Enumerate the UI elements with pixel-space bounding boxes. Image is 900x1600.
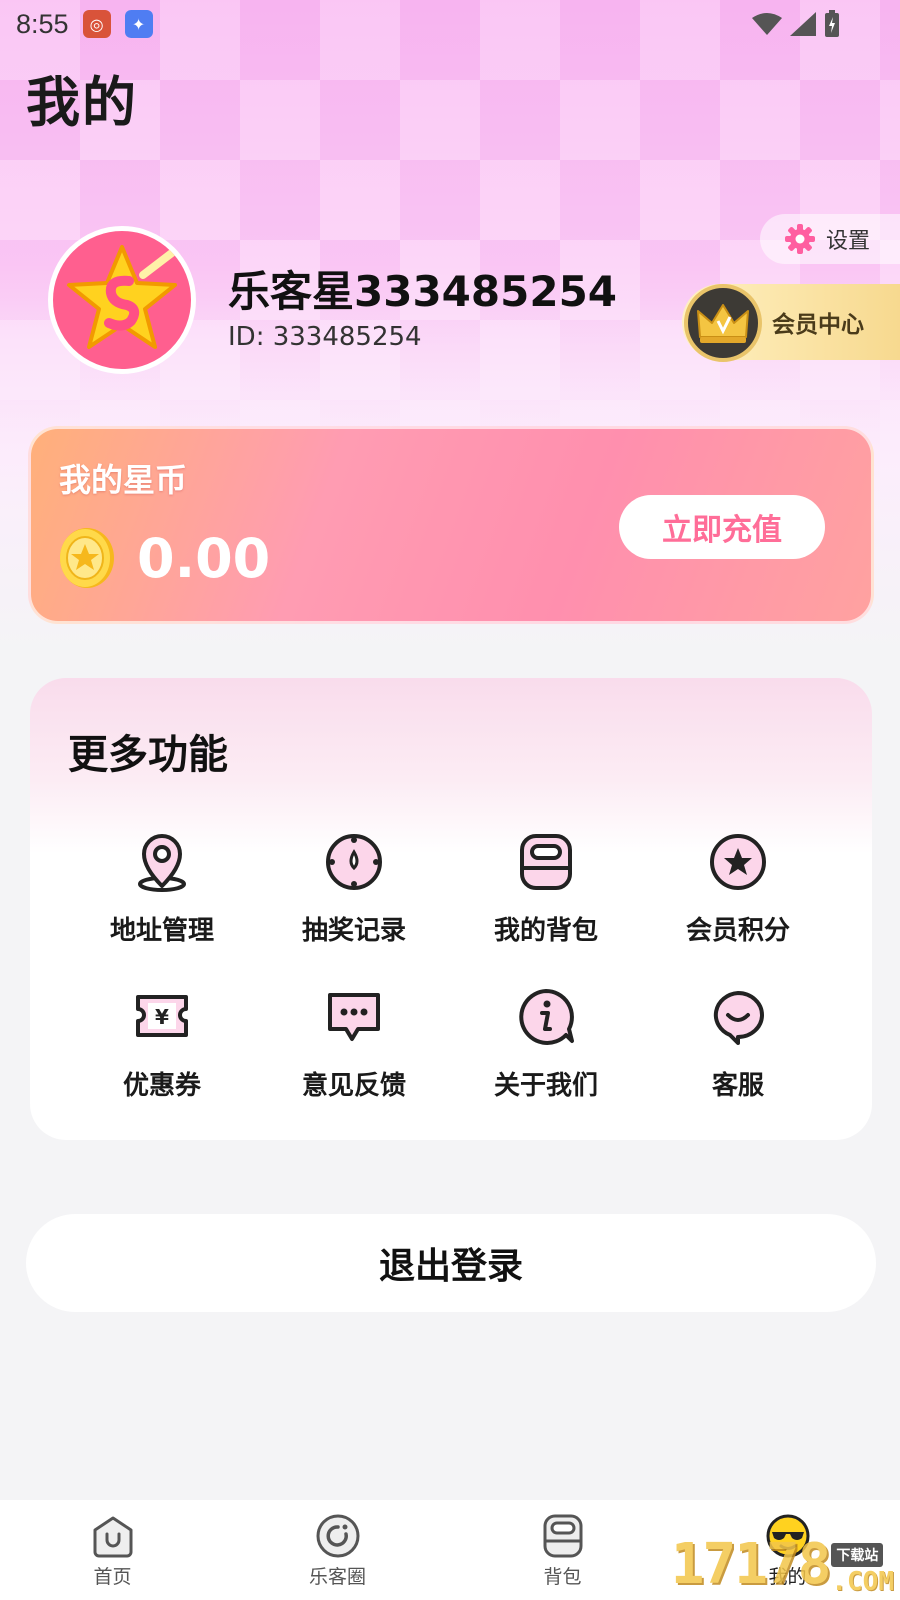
watermark-number: 17178: [670, 1532, 832, 1597]
bag-icon: [543, 1514, 582, 1557]
backpack-icon: [520, 834, 572, 890]
feature-about-us[interactable]: 关于我们: [450, 987, 642, 1102]
feature-member-points[interactable]: 会员积分: [642, 832, 834, 947]
feature-label: 客服: [711, 1071, 764, 1101]
user-id: ID: 333485254: [228, 322, 422, 352]
feature-my-backpack[interactable]: 我的背包: [450, 832, 642, 947]
home-icon: [93, 1516, 132, 1557]
star-badge-icon: [710, 834, 766, 890]
avatar[interactable]: [48, 226, 196, 374]
feature-label: 我的背包: [493, 916, 598, 946]
status-bar: 8:55 ◎ ✦: [0, 0, 900, 48]
recharge-button[interactable]: 立即充值: [619, 495, 825, 559]
feature-customer-service[interactable]: 客服: [642, 987, 834, 1102]
tab-backpack[interactable]: 背包: [450, 1500, 675, 1600]
vip-center-button[interactable]: 会员中心: [682, 284, 900, 362]
coins-title: 我的星币: [59, 461, 188, 499]
crown-icon: [684, 284, 762, 362]
feature-label: 抽奖记录: [301, 916, 406, 946]
username: 乐客星333485254: [228, 267, 618, 316]
circle-icon: [316, 1514, 359, 1557]
location-pin-icon: [138, 834, 186, 892]
settings-label: 设置: [826, 229, 871, 254]
feedback-icon: [328, 993, 380, 1041]
battery-icon: [825, 10, 839, 37]
feature-label: 优惠券: [122, 1071, 201, 1101]
feature-label: 会员积分: [685, 916, 790, 946]
tab-leke-circle[interactable]: 乐客圈: [225, 1500, 450, 1600]
feature-coupons[interactable]: ¥ 优惠券: [66, 987, 258, 1102]
settings-button[interactable]: 设置: [760, 214, 900, 264]
status-time: 8:55: [16, 8, 69, 39]
tab-label: 背包: [543, 1565, 582, 1588]
watermark-tag: 下载站: [831, 1543, 884, 1567]
page-title: 我的: [26, 71, 138, 134]
coupon-icon: ¥: [136, 995, 188, 1037]
lottery-icon: [326, 834, 382, 890]
wifi-icon: [752, 13, 782, 35]
svg-text:¥: ¥: [155, 1005, 169, 1029]
coins-balance: 0.00: [137, 527, 271, 590]
feature-feedback[interactable]: 意见反馈: [258, 987, 450, 1102]
feature-label: 意见反馈: [301, 1071, 406, 1101]
site-watermark: 17178 下载站 .COM: [671, 1532, 894, 1597]
gear-icon: [785, 224, 815, 254]
watermark-suffix: .COM: [831, 1567, 894, 1597]
feature-label: 关于我们: [493, 1071, 598, 1101]
feature-grid: 地址管理 抽奖记录 我的背包 会员积分 ¥ 优惠券 意见反馈 关于我们 客服: [66, 832, 834, 1102]
tab-label: 乐客圈: [308, 1565, 366, 1588]
star-coins-card: 我的星币 0.00 立即充值: [28, 426, 874, 624]
vip-center-label: 会员中心: [772, 312, 864, 338]
more-features-card: 更多功能 地址管理 抽奖记录 我的背包 会员积分 ¥ 优惠券 意见反馈 关于我们…: [30, 678, 872, 1140]
feature-address-management[interactable]: 地址管理: [66, 832, 258, 947]
app-notification-icon: ✦: [124, 10, 153, 38]
tab-home[interactable]: 首页: [0, 1500, 225, 1600]
features-title: 更多功能: [68, 732, 228, 778]
coin-icon: [60, 528, 114, 588]
customer-service-icon: [713, 991, 764, 1045]
feature-lottery-records[interactable]: 抽奖记录: [258, 832, 450, 947]
info-icon: [519, 989, 574, 1045]
star-logo-icon: [67, 245, 181, 349]
feature-label: 地址管理: [109, 916, 214, 946]
logout-button[interactable]: 退出登录: [26, 1214, 876, 1312]
signal-icon: [790, 12, 816, 36]
tab-label: 首页: [93, 1565, 132, 1588]
weibo-notification-icon: ◎: [82, 10, 111, 38]
